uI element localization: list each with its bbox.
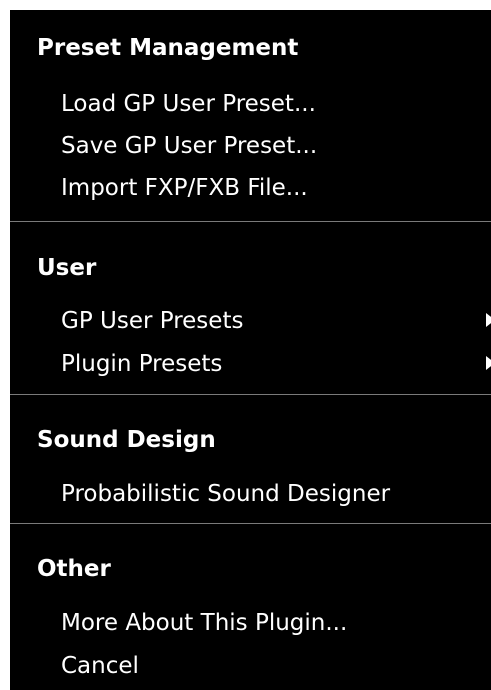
- section-header-preset-management: Preset Management: [37, 35, 299, 61]
- menu-item-probabilistic-sound-designer[interactable]: Probabilistic Sound Designer: [61, 480, 390, 508]
- menu-divider: [10, 523, 491, 524]
- menu-item-load-gp-user-preset[interactable]: Load GP User Preset...: [61, 90, 316, 118]
- context-menu: Preset Management Load GP User Preset...…: [10, 10, 491, 690]
- section-header-sound-design: Sound Design: [37, 427, 216, 453]
- menu-item-gp-user-presets[interactable]: GP User Presets: [61, 307, 243, 335]
- menu-item-more-about-this-plugin[interactable]: More About This Plugin...: [61, 609, 347, 637]
- menu-item-save-gp-user-preset[interactable]: Save GP User Preset...: [61, 132, 317, 160]
- triangle-right-icon: [486, 356, 491, 370]
- menu-item-import-fxp-fxb-file[interactable]: Import FXP/FXB File...: [61, 174, 308, 202]
- menu-divider: [10, 221, 491, 222]
- section-header-user: User: [37, 255, 97, 281]
- triangle-right-icon: [486, 313, 491, 327]
- menu-item-plugin-presets[interactable]: Plugin Presets: [61, 350, 222, 378]
- menu-item-cancel[interactable]: Cancel: [61, 652, 139, 680]
- menu-divider: [10, 394, 491, 395]
- section-header-other: Other: [37, 556, 111, 582]
